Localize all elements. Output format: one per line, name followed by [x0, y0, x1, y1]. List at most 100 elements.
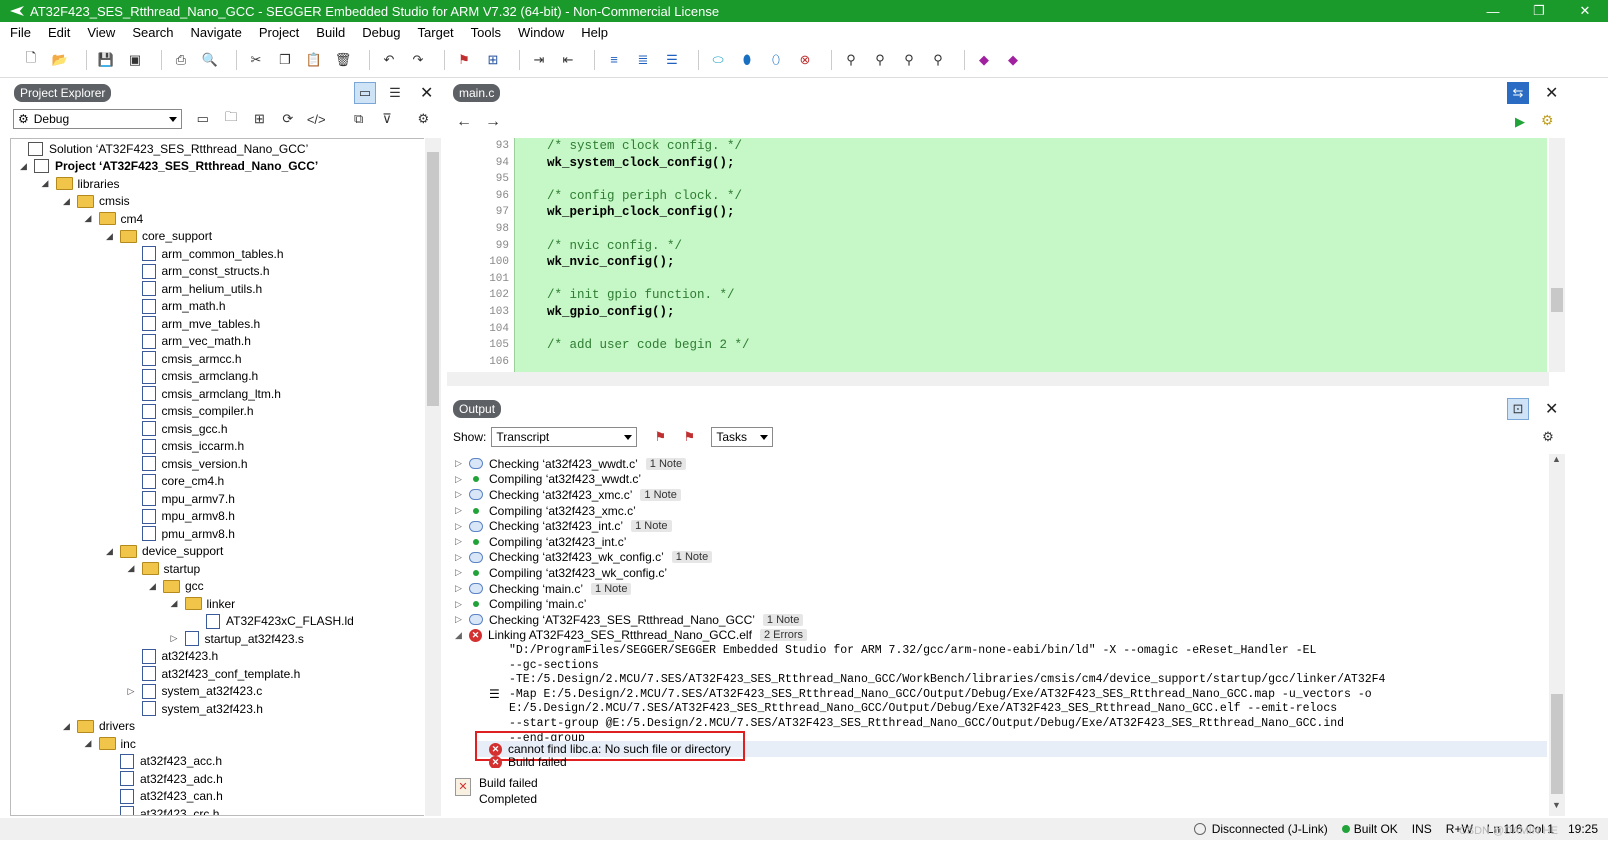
output-row[interactable]: ▷ Compiling ‘at32f423_wwdt.c’: [447, 472, 641, 488]
expander-icon[interactable]: ◢: [106, 546, 116, 557]
bookmark-prev-icon[interactable]: ⬮: [736, 49, 758, 71]
menu-view[interactable]: View: [87, 25, 115, 40]
expander-icon[interactable]: ◢: [455, 630, 465, 641]
panel-menu-icon[interactable]: ☰: [384, 82, 406, 104]
expander-icon[interactable]: ▷: [171, 633, 181, 644]
prev-error-icon[interactable]: ⚑: [649, 426, 671, 448]
tree-item[interactable]: ◢ drivers: [63, 718, 135, 735]
menu-help[interactable]: Help: [581, 25, 608, 40]
build-icon[interactable]: ⚑: [453, 49, 475, 71]
format-icon[interactable]: ☰: [661, 49, 683, 71]
panel-layout-icon[interactable]: ▭: [354, 82, 376, 104]
tree-item[interactable]: cmsis_armclang_ltm.h: [128, 385, 281, 402]
tree-item[interactable]: arm_vec_math.h: [128, 333, 251, 350]
indent-icon[interactable]: ⇥: [528, 49, 550, 71]
expander-icon[interactable]: ▷: [455, 458, 465, 469]
tree-item[interactable]: ◢ linker: [171, 595, 236, 612]
tree-item[interactable]: cmsis_gcc.h: [128, 420, 228, 437]
close-panel-icon[interactable]: ✕: [420, 83, 433, 103]
tree-item[interactable]: ◢ cmsis: [63, 193, 130, 210]
maximize-button[interactable]: ❐: [1516, 0, 1562, 22]
tree-item[interactable]: ◢ gcc: [149, 578, 204, 595]
copy-icon[interactable]: ❐: [274, 49, 296, 71]
tree-item[interactable]: at32f423_acc.h: [106, 753, 222, 770]
tree-item[interactable]: core_cm4.h: [128, 473, 224, 490]
code-line[interactable]: /* init gpio function. */: [547, 287, 735, 304]
menu-build[interactable]: Build: [316, 25, 345, 40]
expander-icon[interactable]: ◢: [128, 563, 138, 574]
expander-icon[interactable]: ▷: [455, 521, 465, 532]
outdent-icon[interactable]: ⇤: [557, 49, 579, 71]
expander-icon[interactable]: ▷: [455, 583, 465, 594]
tree-item[interactable]: Solution ‘AT32F423_SES_Rtthread_Nano_GCC…: [14, 140, 308, 157]
next-error-icon[interactable]: ⚑: [678, 426, 700, 448]
add-item-icon[interactable]: ⊞: [249, 108, 270, 130]
close-window-button[interactable]: ✕: [1562, 0, 1608, 22]
uncomment-icon[interactable]: ≣: [632, 49, 654, 71]
tree-item[interactable]: mpu_armv8.h: [128, 508, 235, 525]
expander-icon[interactable]: ◢: [106, 231, 116, 242]
expander-icon[interactable]: ◢: [42, 178, 52, 189]
bookmark-clear-icon[interactable]: ⊗: [794, 49, 816, 71]
folder-icon[interactable]: 🗀: [220, 108, 241, 130]
bookmark-toggle-icon[interactable]: ⬭: [707, 49, 729, 71]
code-line[interactable]: wk_periph_clock_config();: [547, 204, 735, 221]
expander-icon[interactable]: ▷: [455, 489, 465, 500]
forward-arrow-icon[interactable]: →: [482, 111, 504, 133]
tab-main-c[interactable]: main.c: [453, 84, 501, 102]
code-icon[interactable]: </>: [306, 108, 327, 130]
expander-icon[interactable]: ◢: [63, 721, 73, 732]
output-settings-icon[interactable]: ⚙: [1537, 426, 1559, 448]
output-scroll-down-icon[interactable]: ▼: [1552, 800, 1561, 810]
output-row[interactable]: ▷ Checking ‘main.c’ 1 Note: [447, 581, 632, 597]
tree-item[interactable]: ◢ Project ‘AT32F423_SES_Rtthread_Nano_GCC…: [20, 158, 318, 175]
code-area[interactable]: 93 94 95 96 97 98 99 100 101 102 103 104 105 106 /* s…: [447, 138, 1547, 372]
save-all-icon[interactable]: ▣: [124, 49, 146, 71]
output-row[interactable]: ▷ Checking ‘AT32F423_SES_Rtthread_Nano_GC…: [447, 612, 804, 628]
output-row[interactable]: ▷ Checking ‘at32f423_wk_config.c’ 1 Note: [447, 550, 713, 566]
tree-scrollbar[interactable]: [425, 138, 441, 816]
code-line[interactable]: /* nvic config. */: [547, 238, 682, 255]
find-next-icon[interactable]: ⚲: [898, 49, 920, 71]
expander-icon[interactable]: ▷: [455, 614, 465, 625]
tree-item[interactable]: at32f423_conf_template.h: [128, 665, 300, 682]
menu-tools[interactable]: Tools: [471, 25, 501, 40]
error-row[interactable]: ✕ Build failed: [489, 756, 567, 768]
tree-item[interactable]: arm_mve_tables.h: [128, 315, 260, 332]
expander-icon[interactable]: ▷: [455, 474, 465, 485]
expander-icon[interactable]: ◢: [63, 196, 73, 207]
menu-file[interactable]: File: [10, 25, 31, 40]
tree-item[interactable]: cmsis_version.h: [128, 455, 248, 472]
output-row[interactable]: ▷ Checking ‘at32f423_wwdt.c’ 1 Note: [447, 456, 687, 472]
find-in-files-icon[interactable]: ⚲: [927, 49, 949, 71]
new-file-icon[interactable]: 🗋: [20, 49, 42, 71]
output-scrollbar[interactable]: ▲ ▼: [1549, 454, 1565, 816]
bookmark-next-icon[interactable]: ⬯: [765, 49, 787, 71]
expander-icon[interactable]: ▷: [128, 686, 138, 697]
tree-item[interactable]: at32f423_crc.h: [106, 805, 219, 815]
expander-icon[interactable]: ▷: [455, 505, 465, 516]
output-scroll-thumb[interactable]: [1551, 694, 1563, 794]
menu-debug[interactable]: Debug: [362, 25, 400, 40]
editor-scroll-thumb[interactable]: [1551, 288, 1563, 312]
expander-icon[interactable]: ◢: [20, 161, 30, 172]
tasks-select[interactable]: Tasks: [711, 427, 774, 447]
tree-item[interactable]: arm_const_structs.h: [128, 263, 270, 280]
pin-icon[interactable]: ◆: [973, 49, 995, 71]
debug-start-icon[interactable]: ⚙: [1541, 112, 1554, 129]
expander-icon[interactable]: ▷: [455, 536, 465, 547]
tree-scroll-thumb[interactable]: [427, 152, 439, 406]
tree-item[interactable]: at32f423_adc.h: [106, 770, 223, 787]
undo-icon[interactable]: ↶: [378, 49, 400, 71]
window-icon[interactable]: ▭: [192, 108, 213, 130]
find-prev-icon[interactable]: ⚲: [869, 49, 891, 71]
exclude-icon[interactable]: ⧉: [348, 108, 369, 130]
tree-item[interactable]: at32f423.h: [128, 648, 218, 665]
tree-item[interactable]: ◢ device_support: [106, 543, 223, 560]
editor-vscrollbar[interactable]: [1549, 138, 1565, 372]
menu-window[interactable]: Window: [518, 25, 564, 40]
cut-icon[interactable]: ✂: [245, 49, 267, 71]
connection-status[interactable]: Disconnected (J-Link): [1212, 822, 1328, 836]
tree-item[interactable]: system_at32f423.h: [128, 700, 263, 717]
tree-item[interactable]: pmu_armv8.h: [128, 525, 235, 542]
